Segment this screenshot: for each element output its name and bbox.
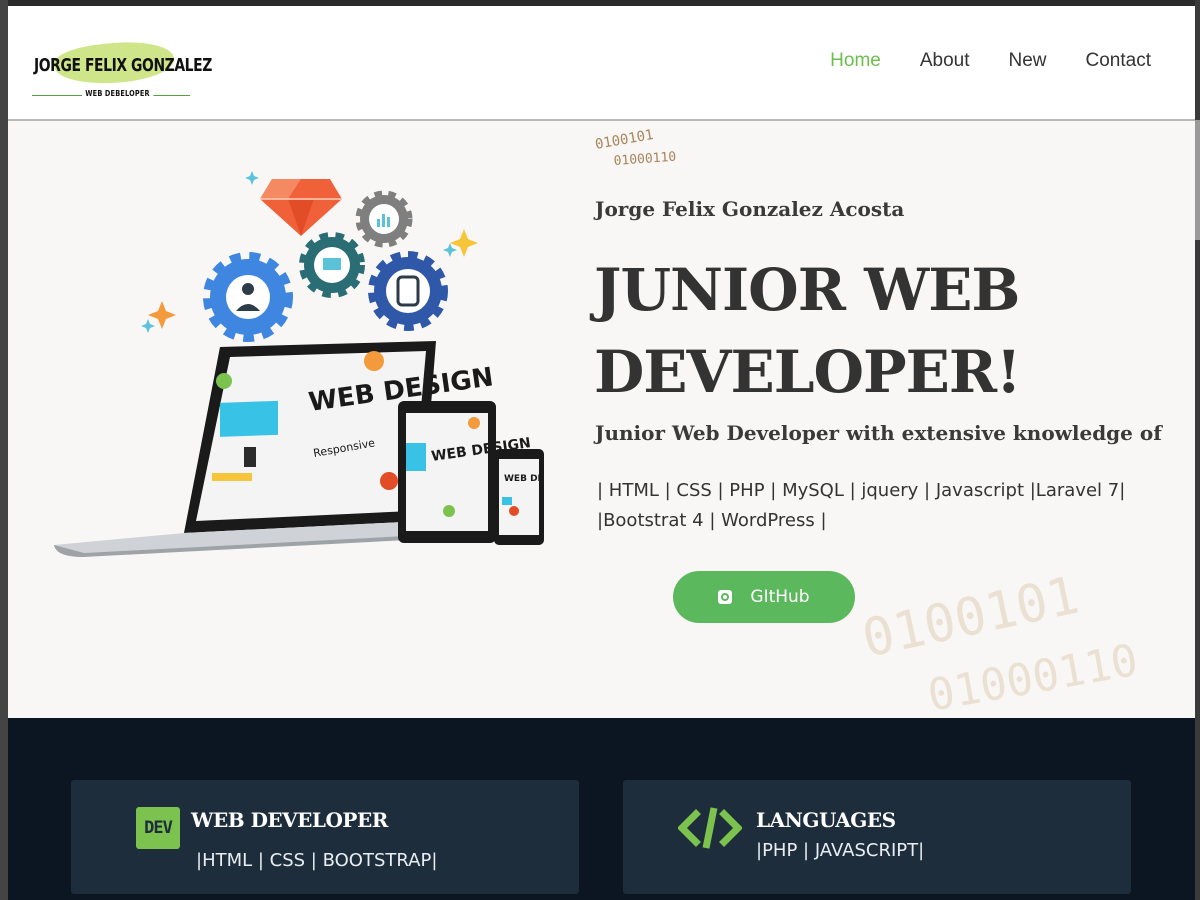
site-header: JORGE FELIX GONZALEZ WEB DEBELOPER Home … [8, 6, 1195, 121]
binary-decoration-large: 0100101 01000110 [857, 565, 1141, 721]
nav-contact[interactable]: Contact [1086, 50, 1151, 72]
card-title: LANGUAGES [756, 808, 896, 832]
card-text: |PHP | JAVASCRIPT| [756, 840, 925, 861]
phone-image: WEB DESIGN [494, 449, 544, 545]
hero-description: Junior Web Developer with extensive know… [595, 421, 1162, 445]
svg-text:WEB DESIGN: WEB DESIGN [504, 474, 544, 484]
code-gear-icon [368, 251, 448, 331]
skill-card-languages: LANGUAGES |PHP | JAVASCRIPT| [623, 780, 1131, 894]
skill-card-web-developer: DEV WEB DEVELOPER |HTML | CSS | BOOTSTRA… [71, 780, 579, 894]
hero-section: 0100101 01000110 0100101 01000110 WEB DE… [8, 121, 1195, 721]
github-button[interactable]: GItHub [673, 571, 855, 623]
hero-title: JUNIOR WEB DEVELOPER! [594, 256, 1022, 406]
binary-decoration-small: 0100101 01000110 [594, 127, 677, 169]
scrollbar-thumb[interactable] [1195, 120, 1200, 240]
hero-name: Jorge Felix Gonzalez Acosta [595, 197, 905, 221]
card-text: |HTML | CSS | BOOTSTRAP| [196, 850, 438, 871]
svg-text:0100101: 0100101 [594, 127, 655, 153]
nav-new[interactable]: New [1009, 50, 1047, 72]
gear-icon [203, 252, 293, 342]
site-logo[interactable]: JORGE FELIX GONZALEZ WEB DEBELOPER [32, 36, 212, 102]
main-nav: Home About New Contact [791, 50, 1151, 72]
diamond-icon [260, 179, 342, 236]
logo-tagline: WEB DEBELOPER [82, 89, 153, 98]
page: JORGE FELIX GONZALEZ WEB DEBELOPER Home … [8, 6, 1195, 900]
monitor-gear-icon [299, 232, 365, 298]
web-design-illustration: WEB DESIGN Responsive WEB DESIGN WEB DES… [54, 171, 544, 557]
card-title: WEB DEVELOPER [191, 808, 388, 832]
logo-name: JORGE FELIX GONZALEZ [34, 55, 212, 76]
hero-skills-list: | HTML | CSS | PHP | MySQL | jquery | Ja… [597, 480, 1126, 531]
skills-section: DEV WEB DEVELOPER |HTML | CSS | BOOTSTRA… [8, 718, 1195, 900]
dev-badge-icon: DEV [136, 807, 180, 849]
github-icon [718, 590, 733, 604]
code-icon [678, 807, 742, 849]
nav-home[interactable]: Home [830, 50, 881, 72]
github-button-label: GItHub [750, 587, 810, 607]
chart-gear-icon [355, 190, 413, 248]
nav-about[interactable]: About [920, 50, 970, 72]
svg-text:01000110: 01000110 [613, 150, 677, 169]
scrollbar[interactable] [1195, 0, 1200, 900]
window-left-edge [0, 0, 8, 900]
